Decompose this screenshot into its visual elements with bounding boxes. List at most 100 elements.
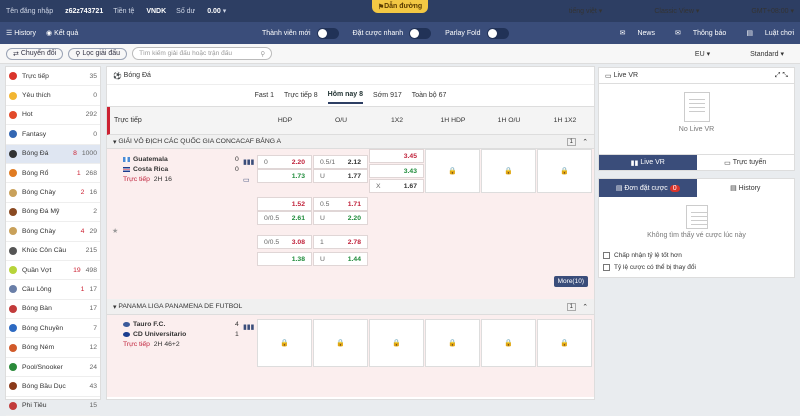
notice-link[interactable]: ✉ Thông báo (665, 29, 726, 37)
odds-cell[interactable]: U 1.44 (313, 252, 368, 266)
stats-icon[interactable]: ▮▮▮ (243, 323, 254, 331)
odds-change-checkbox[interactable]: Tỷ lệ cược có thể bị thay đổi (599, 261, 794, 273)
col-ou: O/U (334, 117, 348, 124)
lock-icon: 🔒 (313, 319, 368, 367)
stats-icon[interactable]: ▮▮▮ (243, 158, 254, 166)
expand-icon[interactable]: ⤢ ⤡ (775, 72, 788, 80)
sidebar-item[interactable]: Bóng Đá 8 1000 (6, 144, 100, 164)
odds-cell[interactable]: U 2.20 (313, 211, 368, 225)
member-new-toggle[interactable]: Thành viên mới (262, 27, 339, 39)
tv-icon: ▭ (605, 72, 614, 80)
sidebar-item[interactable]: Yêu thích 0 (6, 86, 100, 106)
odds-cell[interactable]: 3.45 (369, 149, 424, 163)
sport-icon (9, 110, 17, 119)
tab-today[interactable]: Hôm nay 8 (327, 87, 364, 104)
sidebar-item[interactable]: Khúc Côn Cầu 215 (6, 242, 100, 261)
sidebar-item[interactable]: Bóng Bầu Dục 43 (6, 377, 100, 397)
checkbox-icon[interactable] (603, 251, 610, 259)
history-link[interactable]: ☰ History (6, 29, 36, 38)
toggle-switch[interactable] (486, 27, 509, 39)
sidebar-item-label: Trực tiếp (22, 72, 49, 80)
odds-cell[interactable]: 0/0.5 2.61 (257, 211, 312, 225)
view-select[interactable]: Classic View ▾ (628, 7, 699, 15)
chevron-up-icon[interactable]: ⌃ (582, 303, 588, 311)
language-select[interactable]: tiếng việt ▾ (543, 7, 603, 15)
tab-live[interactable]: Trực tiếp 8 (284, 88, 318, 103)
chevron-up-icon[interactable]: ⌃ (582, 138, 588, 146)
toggle-switch[interactable] (316, 27, 339, 39)
match-block: Tauro F.C. CD Universitario 4 1 Trực tiế… (107, 315, 594, 397)
event-count: 12 (89, 344, 97, 352)
sidebar-item[interactable]: Bóng Chày 4 29 (6, 222, 100, 242)
sidebar-item[interactable]: Quần Vợt 19 498 (6, 261, 100, 281)
sidebar-item[interactable]: Cầu Lông 1 17 (6, 280, 100, 300)
sidebar-item[interactable]: Bóng Rổ 1 268 (6, 164, 100, 184)
news-link[interactable]: ✉ News (610, 29, 655, 37)
sidebar-item[interactable]: Fantasy 0 (6, 125, 100, 145)
timezone-select[interactable]: GMT+08:00 ▾ (725, 7, 794, 15)
sport-icon (9, 72, 17, 81)
tab-live-vr[interactable]: ▮▮ Live VR (599, 155, 697, 170)
league-header[interactable]: ▾ GIẢI VÔ ĐỊCH CÁC QUỐC GIA CONCACAF BẢN… (107, 135, 594, 149)
search-icon[interactable]: ⚲ (260, 50, 265, 58)
tab-stream[interactable]: ▭ Trực tuyến (697, 155, 795, 170)
rules-link[interactable]: ▤ Luật chơi (736, 29, 794, 37)
tab-all[interactable]: Toàn bộ 67 (412, 88, 447, 103)
tab-fast[interactable]: Fast 1 (255, 88, 274, 103)
sport-sidebar: Trực tiếp 35 Yêu thích 0 Hot 292 Fantasy 0 Bóng … (5, 66, 101, 416)
odds-cell[interactable]: 0/0.5 3.08 (257, 235, 312, 249)
odds-cell[interactable]: 0 2.20 (257, 155, 312, 169)
live-count: 19 (73, 266, 81, 274)
odds-cell[interactable]: 1 2.78 (313, 235, 368, 249)
column-header: Trực tiếp HDP O/U 1X2 1H HDP 1H O/U 1H 1… (107, 107, 594, 135)
parlay-fold-toggle[interactable]: Parlay Fold (445, 27, 509, 39)
odds-cell[interactable]: 0.5/1 2.12 (313, 155, 368, 169)
sidebar-item[interactable]: Bóng Bàn 17 (6, 300, 100, 320)
live-count: 1 (76, 169, 81, 177)
odds-cell[interactable]: 1.73 (257, 169, 312, 183)
sidebar-item[interactable]: Bóng Chuyền 7 (6, 319, 100, 339)
mode-select[interactable]: Standard ▾ (730, 50, 784, 58)
accept-better-odds-checkbox[interactable]: Chấp nhận tỷ lệ tốt hơn (599, 249, 794, 261)
sidebar-item[interactable]: Trực tiếp 35 (6, 67, 100, 87)
odds-format-select[interactable]: EU ▾ (675, 50, 710, 58)
match-block: Guatemala Costa Rica 0 0 Trực tiếp 2H 16… (107, 149, 594, 299)
event-count: 0 (93, 130, 97, 138)
league-filter-button[interactable]: ⚲ Lọc giải đấu (68, 47, 128, 60)
balance-info[interactable]: Số dư 0.00 ▾ (176, 7, 226, 15)
fast-bet-toggle[interactable]: Đặt cược nhanh (353, 27, 432, 39)
league-header[interactable]: ▾ PANAMA LIGA PANAMENA DE FUTBOL 1 ⌃ (107, 299, 594, 315)
guide-button[interactable]: ⚑ Dẫn đường (372, 0, 428, 13)
checkbox-icon[interactable] (603, 263, 610, 271)
sidebar-item[interactable]: Bóng Đá Mỹ 2 (6, 203, 100, 223)
sport-title: ⚽ Bóng Đá (107, 67, 594, 85)
tab-early[interactable]: Sớm 917 (373, 88, 402, 103)
tv-icon[interactable]: ▭ (243, 176, 249, 184)
tab-history[interactable]: ▤ History (697, 179, 795, 197)
home-score: 4 (235, 321, 239, 328)
odds-cell[interactable]: 1.52 (257, 197, 312, 211)
sidebar-item[interactable]: Bóng Chày 2 16 (6, 183, 100, 203)
switch-button[interactable]: ⇄ Chuyển đổi (6, 47, 64, 60)
odds-cell[interactable]: 1.38 (257, 252, 312, 266)
odds-cell[interactable]: 3.43 (369, 164, 424, 178)
star-icon[interactable]: ★ (112, 227, 118, 235)
live-vr-header: ▭ Live VR ⤢ ⤡ (599, 68, 794, 84)
sidebar-item[interactable]: Pool/Snooker 24 (6, 358, 100, 378)
sport-icon (9, 343, 17, 352)
odds-cell[interactable]: U 1.77 (313, 169, 368, 183)
more-button[interactable]: More(10) (553, 276, 588, 287)
sport-icon (9, 304, 17, 313)
results-link[interactable]: ◉ Kết quả (46, 29, 78, 38)
event-count: 29 (89, 227, 97, 235)
filter-icon: ⚲ (75, 50, 83, 58)
search-input[interactable]: Tìm kiếm giải đấu hoặc trận đấu ⚲ (132, 47, 273, 60)
toggle-switch[interactable] (409, 27, 432, 39)
odds-cell[interactable]: X 1.67 (369, 179, 424, 193)
sport-icon (9, 401, 17, 410)
sidebar-item[interactable]: Hot 292 (6, 106, 100, 126)
team-logo-icon (123, 332, 130, 337)
sidebar-item[interactable]: Bóng Ném 12 (6, 338, 100, 358)
tab-bets[interactable]: ▤ Đơn đặt cược 0 (599, 179, 697, 197)
odds-cell[interactable]: 0.5 1.71 (313, 197, 368, 211)
